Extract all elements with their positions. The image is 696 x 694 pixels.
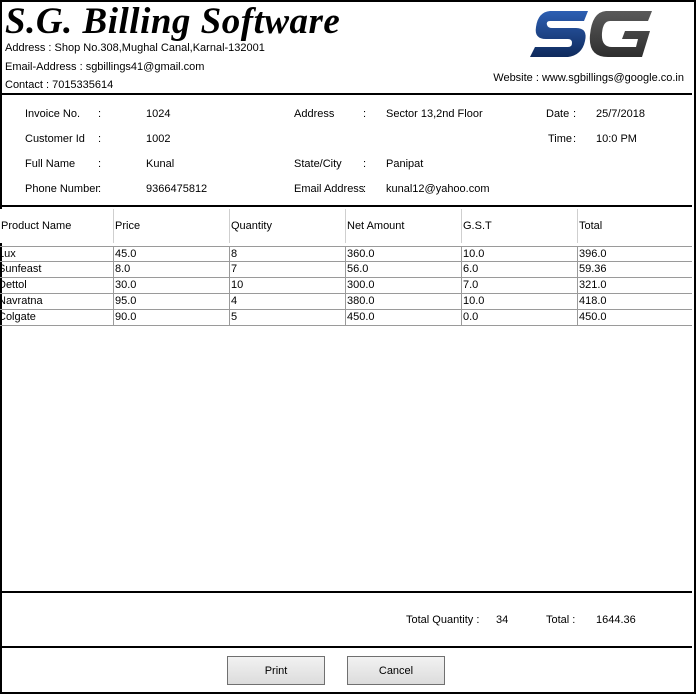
cell-price[interactable]: 45.0	[114, 247, 230, 263]
cell-total[interactable]: 418.0	[578, 294, 692, 310]
invoice-info: Invoice No. : 1024 Customer Id : 1002 Fu…	[0, 95, 692, 207]
table-row[interactable]: Dettol 30.0 10 300.0 7.0 321.0	[0, 278, 692, 294]
cell-price[interactable]: 95.0	[114, 294, 230, 310]
table-row[interactable]: Navratna 95.0 4 380.0 10.0 418.0	[0, 294, 692, 310]
totals-bar: Total Quantity : 34 Total : 1644.36	[0, 595, 692, 648]
cell-total[interactable]: 450.0	[578, 310, 692, 326]
email-value: kunal12@yahoo.com	[386, 183, 490, 195]
invoice-no-label: Invoice No.	[25, 108, 81, 120]
table-header: Product Name Price Quantity Net Amount G…	[0, 209, 692, 243]
full-name-label: Full Name	[25, 158, 76, 170]
grand-total-label: Total :	[546, 614, 576, 626]
colon: :	[363, 183, 367, 195]
app-title: S.G. Billing Software	[5, 1, 341, 42]
phone-label: Phone Number	[25, 183, 99, 195]
address-label: Address	[294, 108, 335, 120]
date-value: 25/7/2018	[596, 108, 645, 120]
company-contact: Contact : 7015335614	[5, 79, 114, 91]
email-label: Email Address	[294, 183, 365, 195]
cell-product[interactable]: Dettol	[0, 278, 114, 294]
full-name-value: Kunal	[146, 158, 175, 170]
cell-product[interactable]: Sunfeast	[0, 262, 114, 278]
cell-net-amount[interactable]: 360.0	[346, 247, 462, 263]
colon: :	[98, 133, 102, 145]
company-email: Email-Address : sgbillings41@gmail.com	[5, 61, 205, 73]
colon: :	[98, 183, 102, 195]
colon: :	[363, 108, 367, 120]
cell-gst[interactable]: 7.0	[462, 278, 578, 294]
customer-id-label: Customer Id	[25, 133, 85, 145]
products-table[interactable]: Product Name Price Quantity Net Amount G…	[0, 209, 692, 593]
cell-price[interactable]: 8.0	[114, 262, 230, 278]
time-value: 10:0 PM	[596, 133, 637, 145]
phone-value: 9366475812	[146, 183, 208, 195]
cell-quantity[interactable]: 8	[230, 247, 346, 263]
sg-logo	[530, 11, 652, 57]
cell-product[interactable]: Lux	[0, 247, 114, 263]
colon: :	[363, 158, 367, 170]
cell-total[interactable]: 396.0	[578, 247, 692, 263]
colon: :	[98, 108, 102, 120]
cancel-button[interactable]: Cancel	[347, 656, 445, 685]
cell-quantity[interactable]: 7	[230, 262, 346, 278]
column-header-total[interactable]: Total	[578, 209, 692, 243]
state-city-label: State/City	[294, 158, 342, 170]
column-header-quantity[interactable]: Quantity	[230, 209, 346, 243]
colon: :	[98, 158, 102, 170]
column-header-product[interactable]: Product Name	[0, 209, 114, 243]
cell-gst[interactable]: 10.0	[462, 247, 578, 263]
cell-gst[interactable]: 0.0	[462, 310, 578, 326]
invoice-no-value: 1024	[146, 108, 171, 120]
table-row[interactable]: Colgate 90.0 5 450.0 0.0 450.0	[0, 310, 692, 326]
cell-gst[interactable]: 6.0	[462, 262, 578, 278]
column-header-net-amount[interactable]: Net Amount	[346, 209, 462, 243]
total-quantity-value: 34	[496, 614, 509, 626]
time-label: Time	[548, 133, 573, 145]
column-header-gst[interactable]: G.S.T	[462, 209, 578, 243]
cell-quantity[interactable]: 5	[230, 310, 346, 326]
cell-net-amount[interactable]: 300.0	[346, 278, 462, 294]
cell-total[interactable]: 59.36	[578, 262, 692, 278]
grand-total-value: 1644.36	[596, 614, 636, 626]
cell-quantity[interactable]: 10	[230, 278, 346, 294]
company-address: Address : Shop No.308,Mughal Canal,Karna…	[5, 42, 265, 54]
customer-id-value: 1002	[146, 133, 171, 145]
cell-price[interactable]: 90.0	[114, 310, 230, 326]
cell-product[interactable]: Navratna	[0, 294, 114, 310]
cell-quantity[interactable]: 4	[230, 294, 346, 310]
address-value: Sector 13,2nd Floor	[386, 108, 483, 120]
colon: :	[573, 133, 577, 145]
cell-net-amount[interactable]: 450.0	[346, 310, 462, 326]
print-button[interactable]: Print	[227, 656, 325, 685]
colon: :	[573, 108, 577, 120]
cell-net-amount[interactable]: 56.0	[346, 262, 462, 278]
table-row[interactable]: Sunfeast 8.0 7 56.0 6.0 59.36	[0, 262, 692, 278]
date-label: Date	[546, 108, 570, 120]
table-row[interactable]: Lux 45.0 8 360.0 10.0 396.0	[0, 246, 692, 263]
total-quantity-label: Total Quantity :	[406, 614, 480, 626]
company-website: Website : www.sgbillings@google.co.in	[493, 72, 684, 84]
table-body: Lux 45.0 8 360.0 10.0 396.0 Sunfeast 8.0…	[0, 246, 692, 326]
state-city-value: Panipat	[386, 158, 424, 170]
cell-gst[interactable]: 10.0	[462, 294, 578, 310]
cell-total[interactable]: 321.0	[578, 278, 692, 294]
cell-price[interactable]: 30.0	[114, 278, 230, 294]
cell-product[interactable]: Colgate	[0, 310, 114, 326]
cell-net-amount[interactable]: 380.0	[346, 294, 462, 310]
header: S.G. Billing Software Address : Shop No.…	[0, 0, 692, 95]
column-header-price[interactable]: Price	[114, 209, 230, 243]
